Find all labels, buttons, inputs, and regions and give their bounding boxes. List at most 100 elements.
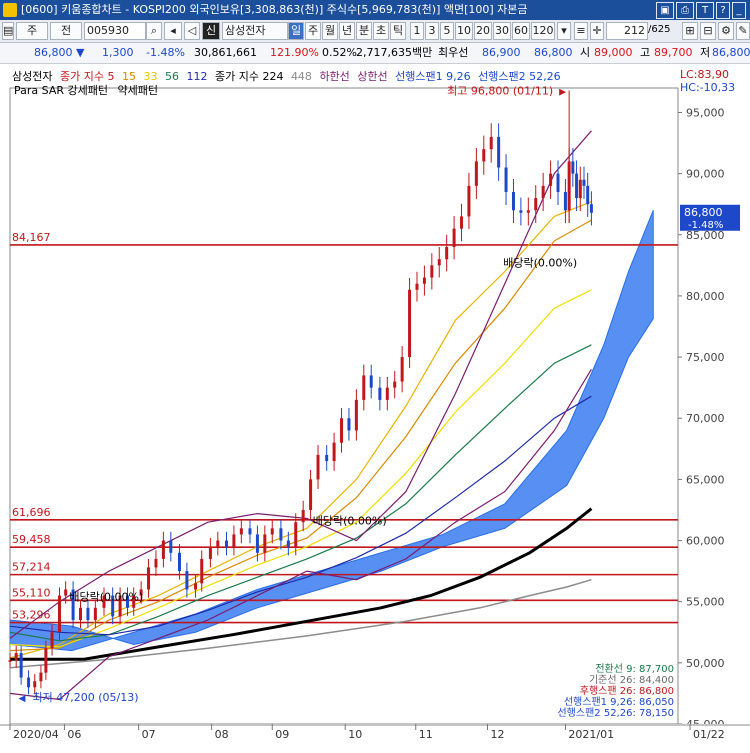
crosshair-icon[interactable]: ✛ bbox=[590, 22, 604, 40]
open-label: 시 bbox=[580, 46, 591, 59]
app-icon bbox=[3, 3, 17, 17]
stock-code-input[interactable]: 005930 bbox=[84, 22, 146, 40]
candle-body bbox=[19, 653, 23, 678]
candle-body bbox=[575, 173, 579, 199]
interval-20[interactable]: 20 bbox=[474, 22, 492, 40]
candle-body bbox=[460, 216, 464, 229]
candle-body bbox=[497, 136, 501, 168]
dividend-annotation-sep: 배당락(0.00%) bbox=[313, 515, 387, 528]
x-tick-label: 09 bbox=[275, 728, 289, 741]
screen-icon[interactable]: ▣ bbox=[656, 2, 674, 19]
low-arrow-icon: ◀ bbox=[19, 694, 26, 704]
turnover-rate: 0.52% bbox=[322, 46, 357, 59]
prev-select[interactable]: 전 bbox=[50, 22, 82, 40]
candle-body bbox=[27, 677, 31, 688]
period-yearly[interactable]: 년 bbox=[339, 22, 355, 40]
interval-60[interactable]: 60 bbox=[512, 22, 530, 40]
candle-body bbox=[57, 595, 61, 633]
candle-body bbox=[400, 357, 404, 382]
candle-body bbox=[200, 558, 204, 584]
collapse-icon[interactable]: ▤ bbox=[2, 22, 14, 40]
period-minute[interactable]: 분 bbox=[356, 22, 372, 40]
x-axis-band bbox=[0, 724, 750, 750]
candle-body bbox=[340, 418, 344, 443]
search-icon[interactable]: ⌕ bbox=[146, 22, 162, 40]
interval-30[interactable]: 30 bbox=[493, 22, 511, 40]
print-icon[interactable]: ⎙ bbox=[676, 2, 694, 19]
candle-body bbox=[354, 399, 358, 431]
zoom-in-icon[interactable]: ⊞ bbox=[682, 22, 698, 40]
speaker-icon[interactable]: ◂ bbox=[164, 22, 182, 40]
candle-body bbox=[161, 540, 165, 559]
price-chart[interactable]: 95,00090,00085,00080,00075,00070,00065,0… bbox=[0, 64, 750, 750]
candle-body bbox=[452, 228, 456, 247]
candle-body bbox=[563, 191, 567, 211]
candle-body bbox=[445, 247, 449, 260]
dividend-annotation-jun: 배당락(0.00%) bbox=[69, 590, 143, 603]
total-count: /625 bbox=[648, 24, 671, 35]
candle-body bbox=[50, 632, 54, 649]
tools-icon[interactable]: ✎ bbox=[736, 22, 750, 40]
candle-body bbox=[177, 552, 181, 572]
price-chart-area[interactable]: 95,000 90,000 85,000 80,000 75,000 70,000 65,0… bbox=[0, 64, 750, 750]
candle-body bbox=[208, 546, 212, 559]
candle-body bbox=[408, 289, 412, 358]
display-count-input[interactable]: 212 bbox=[606, 22, 648, 40]
candle-body bbox=[556, 173, 560, 192]
zoom-out-icon[interactable]: ⊟ bbox=[700, 22, 716, 40]
period-weekly[interactable]: 주 bbox=[305, 22, 321, 40]
dropdown-icon[interactable]: ▾ bbox=[557, 22, 571, 40]
candle-body bbox=[216, 540, 220, 547]
prev-stock-icon[interactable]: ◁ bbox=[184, 22, 200, 40]
settings-icon[interactable]: ⚙ bbox=[718, 22, 734, 40]
window-title-bar: [0600] 키움종합차트 - KOSPI200 외국인보유[3,308,863… bbox=[0, 0, 750, 20]
stock-name-label: 삼성전자 bbox=[222, 22, 288, 40]
period-second[interactable]: 초 bbox=[373, 22, 389, 40]
candle-body bbox=[64, 589, 68, 596]
help-icon[interactable]: ? bbox=[716, 2, 730, 19]
candle-body bbox=[534, 198, 538, 211]
interval-3[interactable]: 3 bbox=[425, 22, 439, 40]
candle-body bbox=[33, 681, 37, 688]
bid-price: 86,800 bbox=[534, 46, 573, 59]
legend-ma112: 112 bbox=[186, 70, 208, 83]
interval-5[interactable]: 5 bbox=[440, 22, 454, 40]
y-tick-label: 70,000 bbox=[686, 412, 725, 425]
chart-menu-icon[interactable]: ≡ bbox=[574, 22, 588, 40]
candle-body bbox=[294, 522, 298, 547]
candle-body bbox=[14, 653, 18, 661]
high-price: 89,700 bbox=[654, 46, 693, 59]
interval-120[interactable]: 120 bbox=[531, 22, 555, 40]
candle-body bbox=[482, 149, 486, 162]
candle-body bbox=[279, 528, 283, 541]
credit-badge: 신 bbox=[202, 22, 220, 40]
candle-body bbox=[467, 185, 471, 217]
last-price-label: 86,800 bbox=[684, 206, 723, 219]
period-tick[interactable]: 틱 bbox=[390, 22, 406, 40]
interval-1[interactable]: 1 bbox=[410, 22, 424, 40]
market-select[interactable]: 주 bbox=[16, 22, 48, 40]
y-tick-label: 95,000 bbox=[686, 106, 725, 119]
minimize-icon[interactable]: _ bbox=[732, 2, 746, 19]
candle-body bbox=[369, 375, 373, 388]
y-tick-label: 60,000 bbox=[686, 535, 725, 548]
legend-ma56: 56 bbox=[164, 70, 179, 83]
candle-body bbox=[239, 528, 243, 535]
x-tick-label: 12 bbox=[490, 728, 504, 741]
period-monthly[interactable]: 월 bbox=[322, 22, 338, 40]
volume-ratio: 121.90% bbox=[270, 46, 319, 59]
candle-body bbox=[578, 179, 582, 199]
candle-body bbox=[489, 136, 493, 150]
legend-upper-band: 상한선 bbox=[357, 70, 388, 83]
x-tick-label: 07 bbox=[142, 728, 156, 741]
candle-body bbox=[504, 167, 508, 192]
interval-10[interactable]: 10 bbox=[455, 22, 473, 40]
candle-body bbox=[430, 265, 434, 278]
period-daily[interactable]: 일 bbox=[288, 22, 304, 40]
pin-icon[interactable]: T bbox=[696, 2, 714, 19]
candle-body bbox=[79, 607, 83, 621]
candle-body bbox=[325, 454, 329, 462]
candle-body bbox=[582, 179, 586, 186]
window-title: [0600] 키움종합차트 - KOSPI200 외국인보유[3,308,863… bbox=[21, 3, 528, 16]
current-price: 86,800 bbox=[34, 46, 73, 59]
